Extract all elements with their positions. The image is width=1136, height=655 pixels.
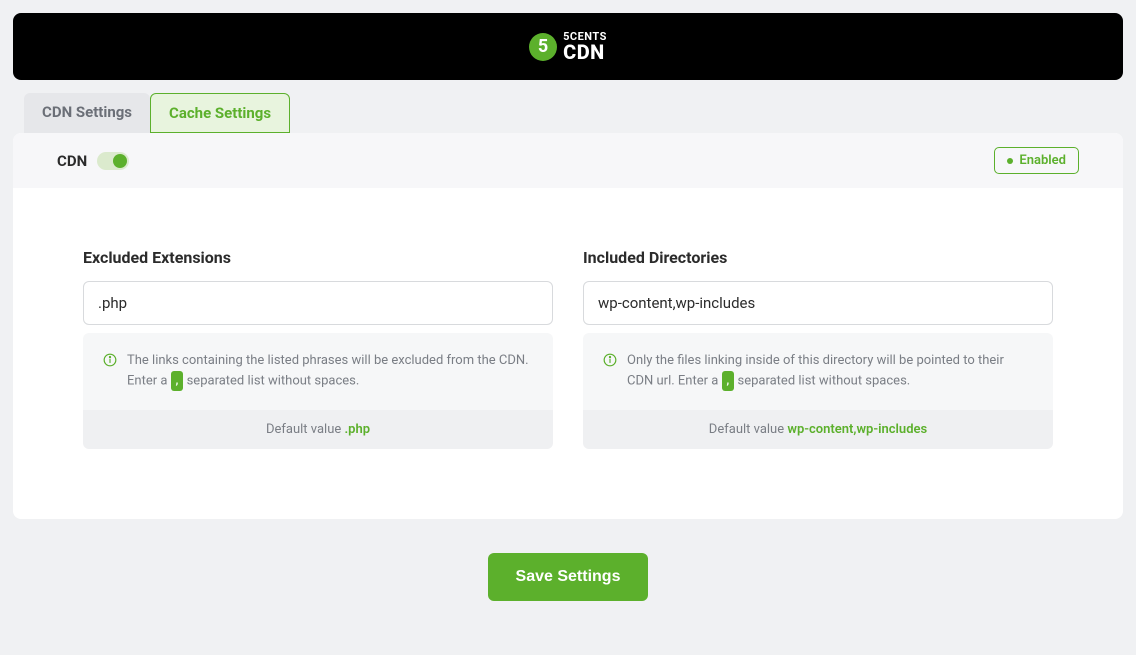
settings-panel: CDN Enabled Excluded Extensions bbox=[13, 133, 1123, 519]
brand-logo: 5 5CENTS CDN bbox=[529, 31, 607, 62]
default-label: Default value bbox=[266, 422, 345, 437]
cdn-toggle[interactable] bbox=[97, 152, 129, 170]
save-wrap: Save Settings bbox=[0, 553, 1136, 601]
excluded-help-box: The links containing the listed phrases … bbox=[83, 333, 553, 410]
separator-chip: , bbox=[171, 371, 184, 391]
tab-cdn-settings[interactable]: CDN Settings bbox=[24, 93, 150, 133]
excluded-help-text: The links containing the listed phrases … bbox=[127, 351, 533, 392]
brand-text: 5CENTS CDN bbox=[563, 31, 607, 62]
excluded-default-box: Default value .php bbox=[83, 410, 553, 449]
panel-body: Excluded Extensions The links containing… bbox=[13, 188, 1123, 519]
included-default-box: Default value wp-content,wp-includes bbox=[583, 410, 1053, 449]
toggle-knob bbox=[113, 154, 127, 168]
separator-chip: , bbox=[722, 371, 735, 391]
brand-bottom: CDN bbox=[563, 42, 607, 62]
included-help-text: Only the files linking inside of this di… bbox=[627, 351, 1033, 392]
included-directories-group: Included Directories Only the files link… bbox=[583, 248, 1053, 449]
included-directories-label: Included Directories bbox=[583, 248, 1053, 267]
info-icon bbox=[103, 352, 117, 371]
excluded-extensions-input[interactable] bbox=[83, 281, 553, 325]
default-value: wp-content,wp-includes bbox=[787, 422, 927, 437]
info-icon bbox=[603, 352, 617, 371]
help-post: separated list without spaces. bbox=[187, 374, 360, 389]
default-label: Default value bbox=[709, 422, 788, 437]
status-label: Enabled bbox=[1019, 153, 1066, 168]
panel-header: CDN Enabled bbox=[13, 133, 1123, 188]
brand-glyph: 5 bbox=[538, 36, 548, 57]
tab-cache-settings[interactable]: Cache Settings bbox=[150, 93, 290, 133]
status-badge: Enabled bbox=[994, 147, 1079, 174]
excluded-extensions-label: Excluded Extensions bbox=[83, 248, 553, 267]
excluded-extensions-group: Excluded Extensions The links containing… bbox=[83, 248, 553, 449]
help-post: separated list without spaces. bbox=[737, 374, 910, 389]
save-settings-button[interactable]: Save Settings bbox=[488, 553, 649, 601]
brand-logo-icon: 5 bbox=[529, 33, 557, 61]
tabs: CDN Settings Cache Settings bbox=[24, 93, 1136, 133]
included-directories-input[interactable] bbox=[583, 281, 1053, 325]
default-value: .php bbox=[344, 422, 370, 437]
cdn-label: CDN bbox=[57, 152, 87, 170]
included-help-box: Only the files linking inside of this di… bbox=[583, 333, 1053, 410]
cdn-toggle-group: CDN bbox=[57, 152, 129, 170]
status-dot-icon bbox=[1007, 158, 1013, 164]
app-header: 5 5CENTS CDN bbox=[13, 13, 1123, 80]
